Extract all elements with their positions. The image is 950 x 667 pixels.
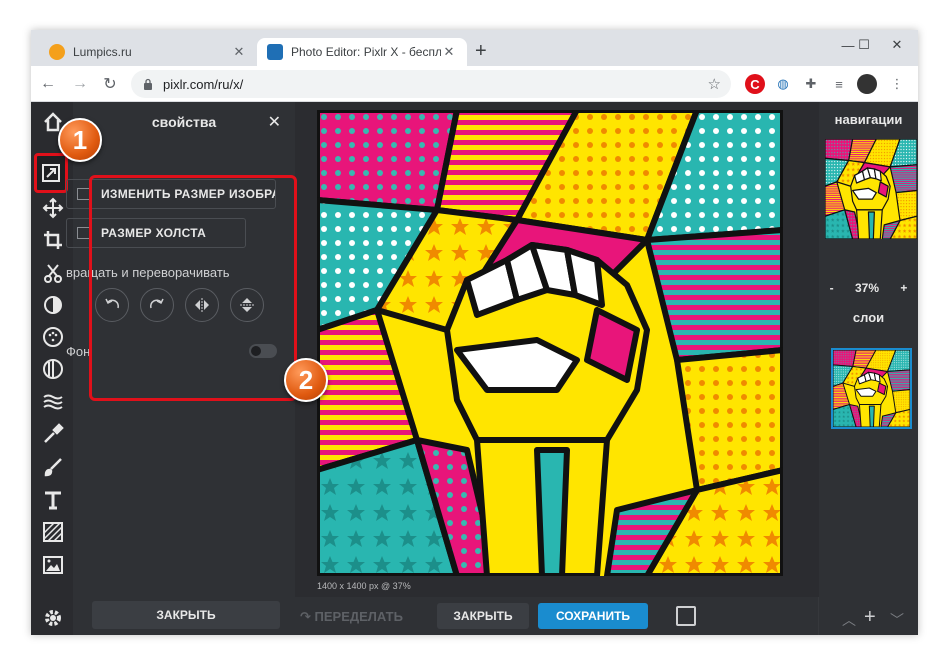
step-badge-1: 1 [58,118,102,162]
redo-button[interactable]: ↷ ПЕРЕДЕЛАТЬ [300,609,403,625]
media-queue-icon[interactable]: ≡ [829,74,849,94]
close-button[interactable]: ЗАКРЫТЬ [437,603,529,629]
menu-kebab-icon[interactable]: ⋮ [887,74,907,94]
adjust-icon[interactable] [37,290,69,320]
extensions-puzzle-icon[interactable]: ✚ [801,74,821,94]
text-icon[interactable] [37,485,69,515]
scroll-down-icon[interactable]: ﹀ [890,610,904,630]
panel-close-icon[interactable]: ✕ [268,112,281,132]
toggle-panel-icon[interactable] [676,606,696,626]
address-toolbar: ← → ↻ pixlr.com/ru/x/ ☆ C ◍ ✚ ≡ ⋮ [31,66,918,102]
zoom-out-button[interactable]: - [830,281,834,295]
new-tab-icon[interactable]: + [475,41,487,61]
lumpics-favicon-icon [49,44,65,60]
effect-icon[interactable] [37,354,69,384]
bookmark-star-icon[interactable]: ☆ [708,75,721,93]
tab-lumpics[interactable]: Lumpics.ru ✕ [39,38,257,66]
panel-title: свойства [151,114,217,130]
avatar[interactable] [857,74,877,94]
tab-strip: Lumpics.ru ✕ Photo Editor: Pixlr X - бес… [31,30,918,66]
tab-close-icon[interactable]: ✕ [231,44,247,60]
redo-label: ПЕРЕДЕЛАТЬ [314,609,403,624]
cutout-icon[interactable] [37,258,69,288]
zoom-control: - 37% + [819,278,918,298]
forward-icon[interactable]: → [69,73,91,95]
panel-close-button[interactable]: ЗАКРЫТЬ [92,601,280,629]
navigator-thumbnail[interactable] [825,139,917,239]
popart-fist-image[interactable] [317,110,783,576]
liquify-icon[interactable] [37,387,69,417]
draw-icon[interactable] [37,452,69,482]
address-bar[interactable]: pixlr.com/ru/x/ ☆ [131,70,731,98]
crop-icon[interactable] [37,225,69,255]
pixlr-favicon-icon [267,44,283,60]
image-icon[interactable] [37,550,69,580]
zoom-in-button[interactable]: + [900,281,907,295]
right-panel: навигации - 37% + слои [819,102,918,635]
extension-c-icon[interactable]: C [745,74,765,94]
layers-title: слои [852,310,885,325]
layer-image [833,350,910,427]
tab-title: Lumpics.ru [73,45,132,59]
step-badge-2: 2 [284,358,328,402]
tab-title: Photo Editor: Pixlr X - бесплатны [291,45,441,59]
url-text: pixlr.com/ru/x/ [163,76,244,92]
scroll-up-icon[interactable]: ︿ [842,610,856,630]
pattern-icon[interactable] [37,517,69,547]
lock-icon [144,78,152,90]
tab-pixlr[interactable]: Photo Editor: Pixlr X - бесплатны ✕ [257,38,467,66]
canvas-area[interactable]: 1400 x 1400 px @ 37% [295,102,819,597]
reload-icon[interactable]: ↻ [99,73,121,95]
properties-highlight-box [89,175,297,401]
zoom-value: 37% [854,281,879,295]
close-window-icon[interactable]: ✕ [874,30,918,60]
move-icon[interactable] [37,193,69,223]
save-button[interactable]: СОХРАНИТЬ [538,603,648,629]
add-layer-icon[interactable]: + [864,606,876,629]
navigation-title: навигации [834,112,903,127]
background-label: Фон [66,344,91,359]
filter-icon[interactable] [37,322,69,352]
retouch-icon[interactable] [37,419,69,449]
extension-globe-icon[interactable]: ◍ [773,74,793,94]
image-size-info: 1400 x 1400 px @ 37% [317,581,411,591]
layer-thumbnail[interactable] [831,348,912,429]
back-icon[interactable]: ← [37,73,59,95]
settings-icon[interactable] [37,603,69,633]
tab-close-icon[interactable]: ✕ [441,44,457,60]
arrange-icon[interactable] [34,153,68,193]
